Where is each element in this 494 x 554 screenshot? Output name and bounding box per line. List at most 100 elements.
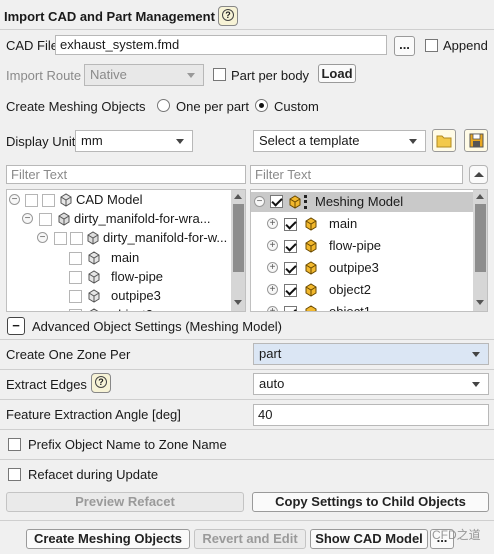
tree-checkbox[interactable] [25, 194, 38, 207]
tree-checkbox[interactable] [69, 290, 82, 303]
expand-icon[interactable]: + [267, 306, 278, 311]
part-per-body-checkbox[interactable] [213, 68, 226, 81]
tree-row[interactable]: − dirty_manifold-for-w... [7, 228, 231, 248]
left-filter-input[interactable]: Filter Text [6, 165, 246, 184]
tree-row[interactable]: flow-pipe [7, 267, 231, 287]
refacet-checkbox[interactable] [8, 468, 21, 481]
one-per-part-radio[interactable] [157, 99, 170, 112]
tree-checkbox[interactable] [69, 309, 82, 311]
one-per-part-label: One per part [176, 99, 249, 114]
tree-row[interactable]: − dirty_manifold-for-wra... [7, 209, 231, 229]
right-filter-input[interactable]: Filter Text [250, 165, 463, 184]
display-unit-label: Display Unit [6, 134, 76, 149]
revert-edit-button[interactable]: Revert and Edit [194, 529, 306, 549]
tree-checkbox[interactable] [284, 262, 297, 275]
tree-checkbox[interactable] [284, 218, 297, 231]
extract-edges-label: Extract Edges [6, 377, 87, 392]
template-select[interactable]: Select a template [253, 130, 426, 152]
header-divider [0, 29, 494, 30]
tree-row[interactable]: + object2 [251, 280, 473, 300]
feature-angle-input[interactable]: 40 [253, 404, 489, 426]
preview-refacet-button[interactable]: Preview Refacet [6, 492, 244, 512]
row-divider [0, 459, 494, 460]
collapse-icon[interactable]: − [254, 196, 265, 207]
feature-angle-label: Feature Extraction Angle [deg] [6, 407, 181, 422]
prefix-checkbox[interactable] [8, 438, 21, 451]
expand-icon[interactable]: + [267, 284, 278, 295]
tree-checkbox[interactable] [54, 232, 67, 245]
tree-checkbox[interactable] [284, 240, 297, 253]
tree-checkbox[interactable] [70, 232, 83, 245]
meshing-objects-label: Create Meshing Objects [6, 99, 146, 114]
tree-checkbox[interactable] [69, 271, 82, 284]
open-folder-button[interactable] [432, 129, 456, 152]
dots-icon [304, 195, 307, 209]
import-route-select[interactable]: Native [84, 64, 204, 86]
extract-edges-select[interactable]: auto [253, 373, 489, 395]
cad-file-input[interactable]: exhaust_system.fmd [55, 35, 387, 55]
tree-row[interactable]: − CAD Model [7, 190, 231, 210]
tree-row-selected[interactable]: − Meshing Model [251, 192, 473, 212]
collapse-icon[interactable]: − [9, 194, 20, 205]
display-unit-select[interactable]: mm [75, 130, 193, 152]
load-button[interactable]: Load [318, 64, 356, 83]
tree-label: outpipe3 [329, 260, 379, 275]
tree-label: Meshing Model [315, 194, 404, 209]
tree-row[interactable]: + main [251, 214, 473, 234]
save-icon [469, 133, 484, 148]
copy-settings-button[interactable]: Copy Settings to Child Objects [252, 492, 489, 512]
template-value: Select a template [259, 133, 360, 148]
zone-per-select[interactable]: part [253, 343, 489, 365]
expand-icon[interactable]: + [267, 262, 278, 273]
collapse-icon[interactable]: − [22, 213, 33, 224]
collapse-filter-button[interactable] [469, 165, 488, 184]
part-icon [88, 251, 100, 265]
cad-tree-scrollbar[interactable] [231, 190, 245, 311]
tree-label: flow-pipe [329, 238, 382, 253]
tree-checkbox[interactable] [69, 252, 82, 265]
scroll-thumb[interactable] [475, 204, 486, 272]
zone-per-label: Create One Zone Per [6, 347, 131, 362]
tree-row[interactable]: + flow-pipe [251, 236, 473, 256]
tree-row[interactable]: main [7, 248, 231, 268]
row-divider [0, 399, 494, 400]
scroll-up-icon[interactable] [476, 194, 484, 199]
custom-label: Custom [274, 99, 319, 114]
scroll-down-icon[interactable] [234, 300, 242, 305]
meshing-model-tree: − Meshing Model + main + flow-pipe + out… [250, 189, 488, 312]
expand-icon[interactable]: + [267, 240, 278, 251]
custom-radio[interactable] [255, 99, 268, 112]
object-icon [305, 217, 317, 231]
browse-button[interactable]: ... [394, 36, 415, 56]
chevron-down-icon [472, 352, 480, 357]
advanced-toggle-button[interactable]: − [7, 317, 25, 335]
tree-checkbox[interactable] [284, 284, 297, 297]
append-label: Append [443, 38, 488, 53]
tree-row[interactable]: + object1 [251, 302, 473, 311]
scroll-thumb[interactable] [233, 204, 244, 272]
tree-row[interactable]: + outpipe3 [251, 258, 473, 278]
chevron-up-icon [474, 172, 484, 177]
mesh-tree-scrollbar[interactable] [473, 190, 487, 311]
advanced-divider [0, 339, 494, 340]
tree-checkbox[interactable] [42, 194, 55, 207]
tree-row[interactable]: object2 [7, 305, 231, 311]
help-icon: ? [222, 9, 234, 21]
scroll-up-icon[interactable] [234, 194, 242, 199]
expand-icon[interactable]: + [267, 218, 278, 229]
append-checkbox[interactable] [425, 39, 438, 52]
show-cad-model-button[interactable]: Show CAD Model [310, 529, 428, 549]
tree-row[interactable]: outpipe3 [7, 286, 231, 306]
collapse-icon[interactable]: − [37, 232, 48, 243]
assembly-icon [87, 231, 99, 245]
tree-checkbox[interactable] [270, 195, 283, 208]
extract-edges-help-button[interactable]: ? [91, 373, 111, 393]
scroll-down-icon[interactable] [476, 300, 484, 305]
object-icon [305, 305, 317, 311]
save-template-button[interactable] [464, 129, 488, 152]
tree-checkbox[interactable] [39, 213, 52, 226]
create-meshing-objects-button[interactable]: Create Meshing Objects [26, 529, 190, 549]
help-button[interactable]: ? [218, 6, 238, 26]
advanced-label: Advanced Object Settings (Meshing Model) [32, 319, 283, 334]
tree-checkbox[interactable] [284, 306, 297, 311]
